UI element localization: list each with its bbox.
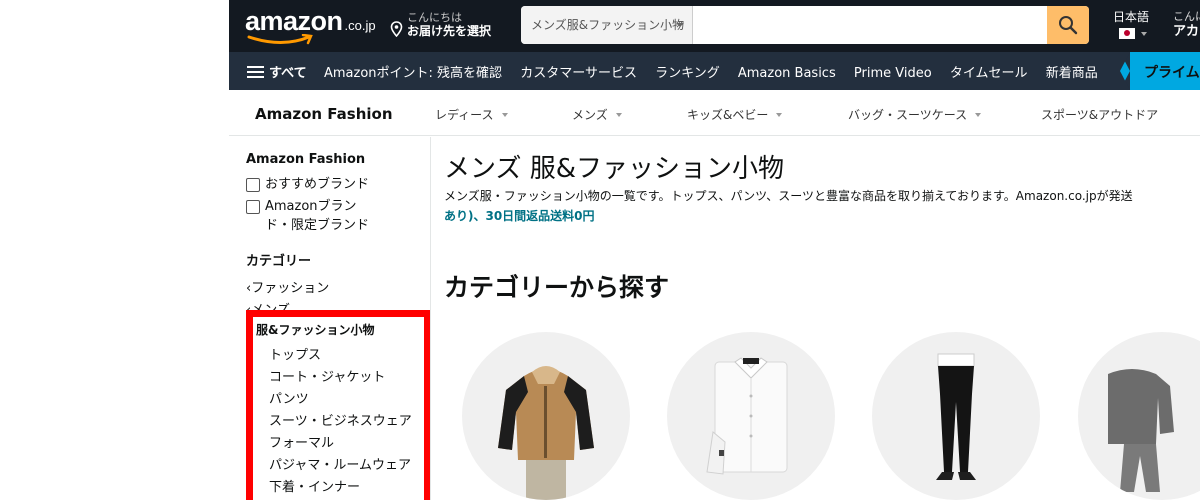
filter-checkbox-recommended-brands[interactable]: おすすめブランド — [246, 175, 406, 194]
prime-banner-label: プライム — [1144, 65, 1200, 81]
nav-link-timesale[interactable]: タイムセール — [950, 66, 1028, 81]
category-current: 服&ファッション小物 — [256, 323, 375, 337]
filter-label: おすすめブランド — [265, 177, 370, 192]
checkbox-icon[interactable] — [246, 200, 260, 214]
deliver-greeting: こんにちは — [407, 11, 462, 24]
account-greeting: こんにちは — [1173, 10, 1200, 23]
chevron-down-icon — [776, 113, 783, 117]
category-tile-jacket[interactable] — [462, 332, 630, 500]
dress-shirt-image — [706, 357, 788, 475]
chevron-down-icon — [975, 113, 982, 117]
nav-link-customer-service[interactable]: カスタマーサービス — [520, 66, 637, 81]
deliver-to-selector[interactable]: こんにちは お届け先を選択 — [390, 11, 491, 39]
fashion-brand-link[interactable]: Amazon Fashion — [255, 105, 393, 123]
subcategory-pajamas[interactable]: パジャマ・ルームウェア — [269, 454, 411, 473]
account-label: アカウント — [1173, 24, 1200, 39]
search-bar: メンズ服&ファッション小物 — [521, 6, 1089, 44]
nav-links: Amazonポイント: 残高を確認 カスタマーサービス ランキング Amazon… — [324, 62, 1112, 81]
subnav-item-bags[interactable]: バッグ・スーツケース — [848, 106, 982, 123]
subnav-item-label: スポーツ&アウトドア — [1041, 108, 1159, 122]
logo-tld: .co.jp — [344, 18, 376, 33]
description-line-1: メンズ服・ファッション小物の一覧です。トップス、パンツ、スーツと豊富な商品を取り… — [444, 189, 1133, 203]
chevron-down-icon — [1141, 32, 1147, 36]
jacket-image — [498, 366, 594, 500]
fashion-subnav: Amazon Fashion レディース メンズ キッズ&ベビー バッグ・スーツ… — [229, 90, 1200, 136]
nav-link-points[interactable]: Amazonポイント: 残高を確認 — [324, 66, 502, 81]
search-input[interactable] — [693, 6, 1049, 44]
chevron-down-icon — [501, 113, 508, 117]
search-category-dropdown[interactable]: メンズ服&ファッション小物 — [521, 6, 693, 44]
subnav-item-label: バッグ・スーツケース — [848, 108, 968, 122]
subcategory-tops[interactable]: トップス — [269, 344, 321, 363]
language-selector[interactable]: 日本語 — [1113, 10, 1150, 39]
search-icon — [1059, 16, 1078, 35]
prime-banner[interactable]: プライム — [1120, 52, 1200, 90]
chevron-down-icon — [615, 113, 622, 117]
black-pants-image — [936, 353, 976, 480]
left-sidebar: Amazon Fashion おすすめブランド Amazonブランド・限定ブラン… — [229, 137, 431, 500]
chevron-down-icon — [676, 23, 684, 27]
filter-label: Amazonブランド・限定ブランド — [265, 199, 370, 233]
category-parent-fashion[interactable]: ‹ファッション — [246, 277, 329, 296]
subnav-item-label: キッズ&ベビー — [687, 108, 769, 122]
amazon-logo[interactable]: amazon .co.jp — [245, 6, 376, 45]
nav-link-prime-video[interactable]: Prime Video — [854, 66, 932, 81]
category-tile-pants[interactable] — [872, 332, 1040, 500]
subcategory-underwear[interactable]: 下着・インナー — [269, 476, 360, 495]
page-title: メンズ 服&ファッション小物 — [444, 154, 785, 184]
subnav-item-ladies[interactable]: レディース — [435, 106, 508, 123]
category-tile-shirt[interactable] — [667, 332, 835, 500]
checkbox-icon[interactable] — [246, 178, 260, 192]
subcategory-suits[interactable]: スーツ・ビジネスウェア — [269, 410, 412, 429]
category-tile-knit[interactable] — [1078, 332, 1200, 500]
search-button[interactable] — [1047, 6, 1089, 44]
subcategory-coats[interactable]: コート・ジャケット — [269, 366, 385, 385]
nav-link-amazon-basics[interactable]: Amazon Basics — [738, 66, 836, 81]
subnav-item-sports[interactable]: スポーツ&アウトドア — [1041, 106, 1158, 123]
nav-link-ranking[interactable]: ランキング — [655, 66, 720, 81]
top-header: amazon .co.jp こんにちは お届け先を選択 メンズ服&ファッション小物… — [229, 0, 1200, 52]
subnav-item-mens[interactable]: メンズ — [572, 106, 622, 123]
japan-flag-icon — [1119, 28, 1135, 39]
smile-arrow-icon — [247, 34, 313, 45]
category-section-title: カテゴリーから探す — [444, 273, 670, 302]
all-menu-label: すべて — [269, 66, 307, 81]
nav-link-new-arrivals[interactable]: 新着商品 — [1046, 66, 1098, 81]
description-line-2[interactable]: あり)、30日間返品送料0円 — [444, 206, 1200, 226]
location-pin-icon — [390, 21, 403, 37]
page-description: メンズ服・ファッション小物の一覧です。トップス、パンツ、スーツと豊富な商品を取り… — [444, 186, 1200, 226]
deliver-label: お届け先を選択 — [407, 24, 492, 38]
category-heading: カテゴリー — [246, 254, 312, 269]
subcategory-pants[interactable]: パンツ — [269, 388, 309, 407]
subnav-item-kids[interactable]: キッズ&ベビー — [687, 106, 783, 123]
category-parent-label: ファッション — [251, 281, 330, 296]
search-category-label: メンズ服&ファッション小物 — [531, 18, 685, 32]
all-menu-button[interactable]: すべて — [247, 62, 307, 81]
sidebar-title: Amazon Fashion — [246, 152, 366, 167]
subnav-item-label: レディース — [435, 108, 494, 122]
knit-set-image — [1108, 369, 1174, 492]
subnav-item-label: メンズ — [572, 108, 608, 122]
subcategory-formal[interactable]: フォーマル — [269, 432, 334, 451]
filter-checkbox-amazon-brands[interactable]: Amazonブランド・限定ブランド — [246, 197, 406, 235]
language-label: 日本語 — [1113, 10, 1150, 24]
account-menu[interactable]: こんにちは アカウント — [1173, 10, 1200, 40]
hamburger-menu-icon — [247, 65, 264, 78]
main-navbar: すべて Amazonポイント: 残高を確認 カスタマーサービス ランキング Am… — [229, 52, 1200, 90]
logo-wordmark: amazon — [245, 6, 343, 36]
